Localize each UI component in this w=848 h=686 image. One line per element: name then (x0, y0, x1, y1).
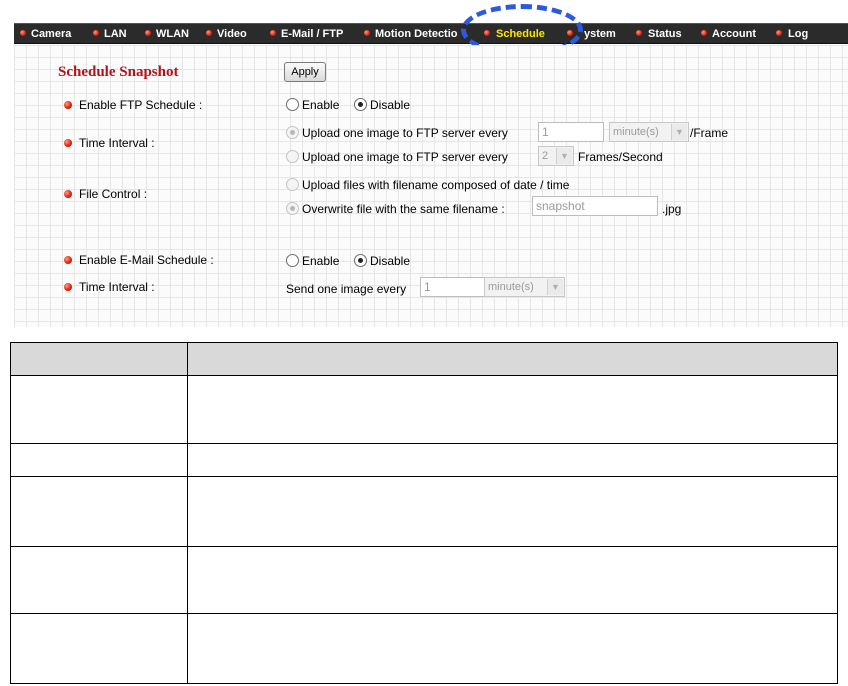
email-enable-label: Enable (302, 254, 340, 268)
bullet-icon (64, 283, 72, 291)
table-header-cell (187, 342, 838, 376)
ftp-enable-radio[interactable] (286, 98, 299, 111)
email-interval-prefix: Send one image every (286, 282, 407, 296)
nav-item-email-ftp[interactable]: E-Mail / FTP (281, 24, 343, 45)
settings-description-table (10, 342, 838, 684)
table-header-row (10, 342, 838, 376)
ftp-interval-unit-select[interactable]: minute(s) ▼ (609, 122, 689, 142)
nav-bullet-icon (484, 30, 490, 36)
ftp-frames-per-second-label: Frames/Second (578, 150, 663, 164)
nav-bullet-icon (776, 30, 782, 36)
email-interval-input[interactable]: 1 (420, 277, 486, 297)
nav-bullet-icon (20, 30, 26, 36)
file-overwrite-label: Overwrite file with the same filename : (302, 202, 505, 216)
nav-bullet-icon (93, 30, 99, 36)
ftp-interval-minutes-input[interactable]: 1 (538, 122, 604, 142)
email-interval-unit-select[interactable]: minute(s) ▼ (484, 277, 565, 297)
table-cell (187, 476, 838, 547)
ftp-interval-frames-label: Upload one image to FTP server every (302, 150, 508, 164)
ftp-interval-frames-radio[interactable] (286, 150, 299, 163)
apply-button[interactable]: Apply (284, 62, 326, 82)
chevron-down-icon: ▼ (671, 124, 687, 140)
page-title: Schedule Snapshot (58, 64, 179, 80)
table-cell (187, 375, 838, 444)
table-cell (10, 375, 188, 444)
table-cell (10, 613, 188, 684)
nav-bullet-icon (206, 30, 212, 36)
nav-bullet-icon (701, 30, 707, 36)
table-row (10, 375, 838, 444)
nav-item-motion-detection[interactable]: Motion Detectio (375, 24, 458, 45)
ftp-enable-label: Enable (302, 98, 340, 112)
email-disable-label: Disable (370, 254, 411, 268)
nav-item-camera[interactable]: Camera (31, 24, 71, 45)
email-interval-unit-value: minute(s) (488, 281, 534, 293)
filename-input[interactable]: snapshot (532, 196, 658, 216)
nav-item-video[interactable]: Video (217, 24, 247, 45)
ftp-interval-minutes-radio[interactable] (286, 126, 299, 139)
ftp-disable-label: Disable (370, 98, 411, 112)
nav-bullet-icon (270, 30, 276, 36)
ftp-interval-minutes-label: Upload one image to FTP server every (302, 126, 508, 140)
time-interval-label: Time Interval : (79, 136, 155, 150)
top-nav-bar: Camera LAN WLAN Video E-Mail / FTP Motio… (14, 23, 848, 44)
email-interval-label: Time Interval : (79, 280, 155, 294)
nav-item-status[interactable]: Status (648, 24, 682, 45)
nav-bullet-icon (364, 30, 370, 36)
table-cell (10, 476, 188, 547)
chevron-down-icon: ▼ (547, 279, 563, 295)
table-cell (187, 443, 838, 477)
table-cell (187, 613, 838, 684)
ftp-interval-unit-value: minute(s) (613, 126, 659, 138)
nav-item-wlan[interactable]: WLAN (156, 24, 189, 45)
chevron-down-icon: ▼ (556, 148, 572, 164)
nav-item-log[interactable]: Log (788, 24, 808, 45)
table-row (10, 476, 838, 547)
nav-item-account[interactable]: Account (712, 24, 756, 45)
schedule-settings-panel: Schedule Snapshot Apply Enable FTP Sched… (14, 45, 848, 327)
ftp-interval-per-frame-label: /Frame (690, 126, 729, 140)
table-cell (10, 546, 188, 614)
email-disable-radio[interactable] (354, 254, 367, 267)
ftp-disable-radio[interactable] (354, 98, 367, 111)
email-schedule-label: Enable E-Mail Schedule : (79, 253, 214, 267)
nav-item-lan[interactable]: LAN (104, 24, 127, 45)
table-cell (187, 546, 838, 614)
nav-bullet-icon (636, 30, 642, 36)
table-header-cell (10, 342, 188, 376)
table-row (10, 546, 838, 614)
file-datetime-radio[interactable] (286, 178, 299, 191)
nav-bullet-icon (145, 30, 151, 36)
nav-item-schedule[interactable]: Schedule (496, 24, 545, 45)
table-row (10, 443, 838, 477)
ftp-frames-value: 2 (542, 150, 549, 162)
ftp-frames-select[interactable]: 2 ▼ (538, 146, 574, 166)
email-enable-radio[interactable] (286, 254, 299, 267)
nav-item-system[interactable]: ystem (584, 24, 616, 45)
bullet-icon (64, 101, 72, 109)
bullet-icon (64, 139, 72, 147)
file-extension-label: .jpg (662, 202, 682, 216)
table-cell (10, 443, 188, 477)
file-control-label: File Control : (79, 187, 148, 201)
bullet-icon (64, 190, 72, 198)
bullet-icon (64, 256, 72, 264)
file-datetime-label: Upload files with filename composed of d… (302, 178, 570, 192)
ftp-schedule-label: Enable FTP Schedule : (79, 98, 203, 112)
file-overwrite-radio[interactable] (286, 202, 299, 215)
table-row (10, 613, 838, 684)
nav-bullet-icon (567, 30, 573, 36)
